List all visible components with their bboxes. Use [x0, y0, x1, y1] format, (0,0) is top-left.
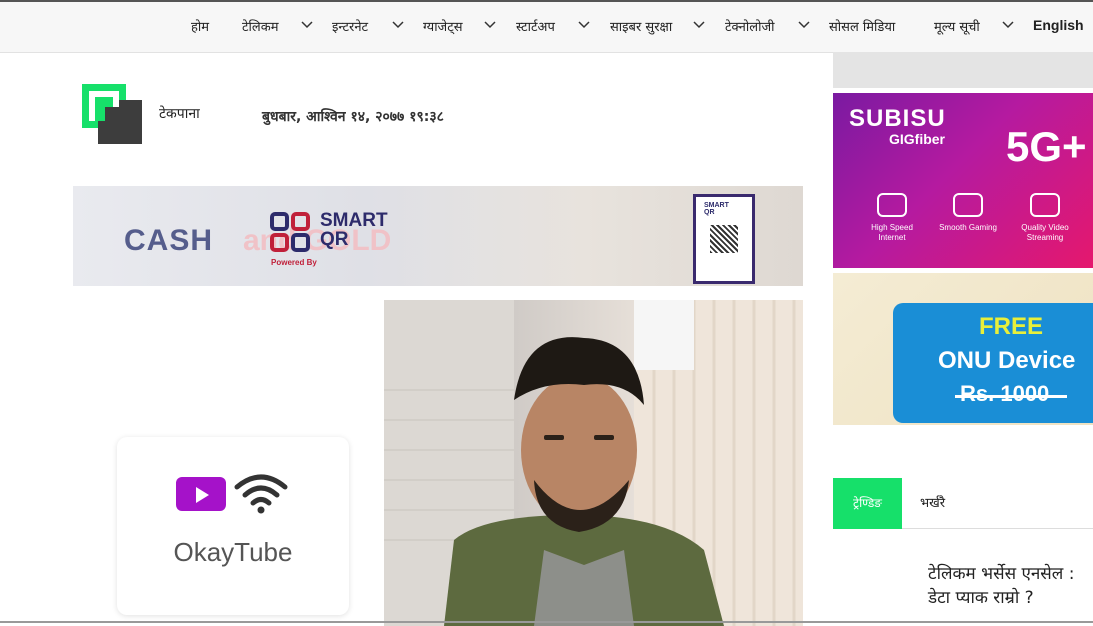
wifi-icon [233, 473, 289, 515]
nav-item-social-media[interactable]: सोसल मिडिया [829, 17, 895, 35]
chevron-down-icon[interactable] [391, 19, 405, 31]
nav-item-internet[interactable]: इन्टरनेट [332, 17, 368, 35]
ad-smart-label: SMART [320, 210, 388, 231]
main-navigation: होम टेलिकम इन्टरनेट ग्याजेट्स स्टार्टअप … [0, 2, 1093, 53]
current-date: बुधबार, आश्विन १४, २०७७ १९:३८ [262, 109, 444, 125]
subisu-5g-badge: 5G+ [1006, 123, 1087, 170]
nav-item-technology[interactable]: टेक्नोलोजी [725, 17, 774, 35]
price-strike [955, 395, 1067, 398]
feature-label: High Speed Internet [871, 223, 913, 242]
sidebar-header-bar [833, 52, 1093, 88]
subisu-brand: SUBISU [849, 105, 946, 132]
qr-icon [270, 212, 310, 252]
article-photo[interactable] [384, 300, 803, 626]
bottom-border [0, 621, 1093, 623]
gamepad-icon [953, 193, 983, 217]
ad-qr-label: QR [320, 229, 349, 250]
ad-free-onu-device[interactable]: FREE ONU Device Rs. 1000 [833, 273, 1093, 425]
ad-cash-text: CASH [124, 224, 214, 257]
youtube-icon [176, 477, 226, 511]
site-logo[interactable] [82, 84, 142, 144]
feature-video: Quality Video Streaming [1010, 193, 1080, 243]
nav-item-home[interactable]: होम [191, 17, 209, 35]
chevron-down-icon[interactable] [577, 19, 591, 31]
chevron-down-icon[interactable] [1001, 19, 1015, 31]
chevron-down-icon[interactable] [797, 19, 811, 31]
qr-code-image [710, 225, 738, 253]
subisu-product: GIGfiber [889, 131, 946, 147]
qr-stand-title-smart: SMART [704, 202, 729, 209]
feature-high-speed: High Speed Internet [857, 193, 927, 243]
chevron-down-icon[interactable] [483, 19, 497, 31]
nav-item-price-list[interactable]: मूल्य सूची [934, 17, 980, 35]
chevron-down-icon[interactable] [692, 19, 706, 31]
qr-stand-title: SMART QR [704, 202, 729, 216]
feature-label: Smooth Gaming [939, 223, 997, 232]
onu-device-text: ONU Device [938, 347, 1076, 374]
nav-item-startup[interactable]: स्टार्टअप [516, 17, 555, 35]
speedometer-icon [877, 193, 907, 217]
nav-item-telecom[interactable]: टेलिकम [242, 17, 279, 35]
tab-latest[interactable]: भर्खरै [920, 493, 945, 511]
feature-label: Quality Video Streaming [1021, 223, 1069, 242]
trending-article-title[interactable]: टेलिकम भर्सेस एनसेल : डेटा प्याक राम्रो … [928, 562, 1093, 610]
tab-trending[interactable]: ट्रेण्डिङ [833, 478, 902, 529]
onu-price-text: Rs. 1000 [960, 381, 1050, 406]
play-icon [1030, 193, 1060, 217]
qr-stand-image: SMART QR [693, 194, 755, 284]
okaytube-card[interactable]: OkayTube [117, 437, 349, 615]
site-name[interactable]: टेकपाना [159, 104, 200, 123]
nav-item-english[interactable]: English [1033, 17, 1084, 33]
ad-banner-smart-qr[interactable]: CASH and GOLD SMART QR Powered By SMART … [73, 186, 803, 286]
feature-gaming: Smooth Gaming [933, 193, 1003, 233]
nav-item-gadgets[interactable]: ग्याजेट्स [423, 17, 463, 35]
ad-smart-qr-text: SMART QR [320, 211, 388, 249]
qr-stand-title-qr: QR [704, 209, 715, 216]
ad-subisu-gigfiber[interactable]: SUBISU GIGfiber 5G+ High Speed Internet … [833, 93, 1093, 268]
chevron-down-icon[interactable] [300, 19, 314, 31]
nav-item-cyber-security[interactable]: साइबर सुरक्षा [610, 17, 672, 35]
onu-free-text: FREE [979, 313, 1044, 340]
tab-divider [902, 528, 1093, 529]
okaytube-title: OkayTube [173, 537, 293, 567]
ad-powered-by: Powered By [271, 258, 317, 267]
